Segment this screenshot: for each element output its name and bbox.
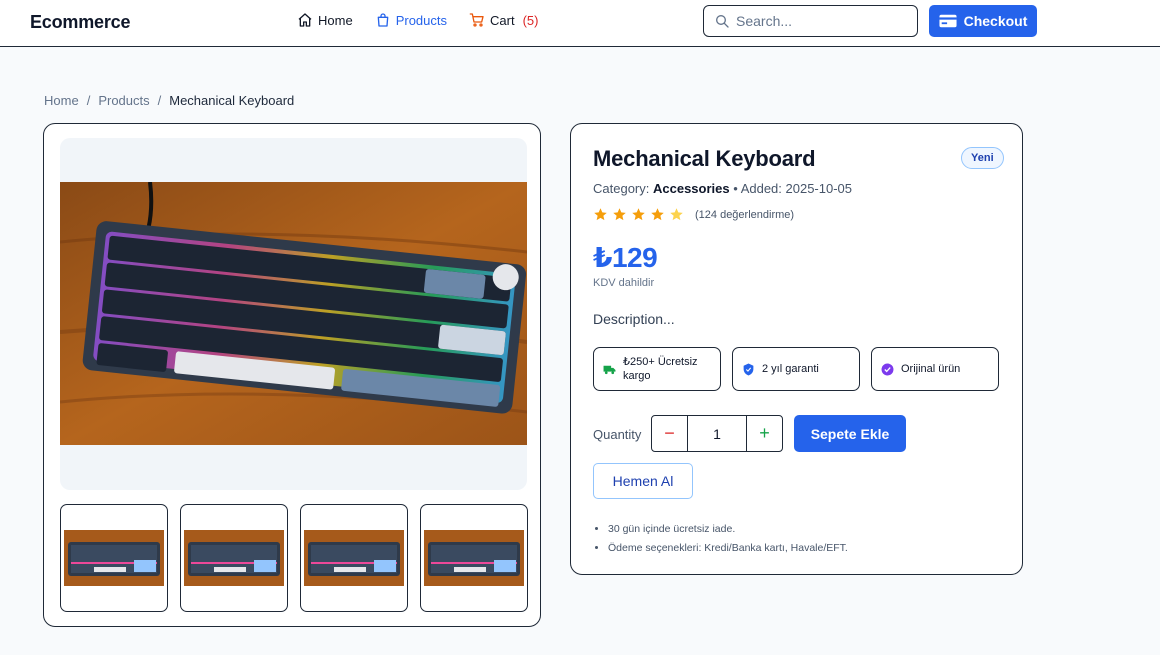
breadcrumb-separator: /	[157, 93, 162, 108]
checkout-label: Checkout	[963, 13, 1028, 29]
minus-icon: −	[664, 423, 675, 443]
thumbnail-strip	[60, 504, 528, 612]
feature-shipping: ₺250+ Ücretsiz kargo	[593, 347, 721, 391]
note-payment: Ödeme seçenekleri: Kredi/Banka kartı, Ha…	[608, 539, 848, 558]
star-empty-icon	[670, 208, 683, 221]
main-image-container	[60, 138, 527, 490]
thumbnail-image	[184, 530, 284, 586]
product-notes: 30 gün içinde ücretsiz iade. Ödeme seçen…	[608, 520, 848, 558]
credit-card-icon	[939, 14, 957, 28]
thumbnail-image	[424, 530, 524, 586]
product-main-image[interactable]	[60, 182, 527, 445]
added-date: • Added: 2025-10-05	[733, 181, 853, 196]
breadcrumb: Home / Products / Mechanical Keyboard	[44, 93, 294, 108]
thumbnail[interactable]	[420, 504, 528, 612]
cart-icon	[469, 13, 484, 27]
decrement-button[interactable]: −	[652, 416, 688, 451]
star-icon	[594, 208, 607, 221]
nav-home[interactable]: Home	[297, 12, 353, 28]
star-icon	[613, 208, 626, 221]
feature-original-label: Orijinal ürün	[901, 362, 961, 375]
increment-button[interactable]: +	[746, 416, 782, 451]
star-icon	[651, 208, 664, 221]
thumbnail[interactable]	[300, 504, 408, 612]
bag-icon	[377, 13, 389, 27]
add-to-cart-button[interactable]: Sepete Ekle	[794, 415, 906, 452]
nav-cart[interactable]: Cart (5)	[469, 12, 538, 28]
category-prefix: Category:	[593, 181, 650, 196]
category-link[interactable]: Accessories	[653, 181, 730, 196]
product-title: Mechanical Keyboard	[593, 146, 816, 171]
cart-count-badge: (5)	[522, 12, 539, 28]
rating-count: (124 değerlendirme)	[695, 208, 795, 221]
breadcrumb-current: Mechanical Keyboard	[169, 93, 295, 108]
nav-home-label: Home	[318, 12, 353, 28]
quantity-input[interactable]	[688, 416, 746, 451]
product-price: ₺129	[593, 242, 658, 273]
quantity-stepper: − +	[651, 415, 783, 452]
feature-list: ₺250+ Ücretsiz kargo 2 yıl garanti Oriji…	[593, 347, 999, 391]
rating: (124 değerlendirme)	[593, 207, 794, 222]
product-meta: Category: Accessories • Added: 2025-10-0…	[593, 181, 852, 196]
search-icon	[716, 15, 729, 28]
search-box[interactable]	[703, 5, 918, 37]
home-icon	[298, 13, 312, 27]
thumbnail[interactable]	[180, 504, 288, 612]
top-header: Ecommerce Home Products Cart (5) Checkout	[0, 0, 1160, 47]
feature-warranty: 2 yıl garanti	[732, 347, 860, 391]
feature-shipping-label: ₺250+ Ücretsiz kargo	[623, 355, 698, 382]
main-nav: Home Products Cart (5)	[297, 12, 538, 28]
shield-icon	[743, 363, 754, 375]
feature-warranty-label: 2 yıl garanti	[762, 362, 819, 375]
thumbnail[interactable]	[60, 504, 168, 612]
truck-icon	[603, 365, 616, 374]
feature-original: Orijinal ürün	[871, 347, 999, 391]
thumbnail-image	[64, 530, 164, 586]
breadcrumb-home[interactable]: Home	[44, 93, 79, 108]
quantity-label: Quantity	[593, 427, 642, 442]
brand-logo[interactable]: Ecommerce	[30, 12, 130, 33]
product-info-card: Mechanical Keyboard Yeni Category: Acces…	[570, 123, 1023, 575]
nav-cart-label: Cart	[490, 12, 515, 28]
vat-note: KDV dahildir	[593, 277, 655, 289]
note-return: 30 gün içinde ücretsiz iade.	[608, 520, 848, 539]
plus-icon: +	[759, 423, 770, 443]
breadcrumb-products[interactable]: Products	[98, 93, 149, 108]
buy-now-button[interactable]: Hemen Al	[593, 463, 693, 499]
nav-products-label: Products	[395, 12, 447, 28]
breadcrumb-separator: /	[86, 93, 91, 108]
nav-products[interactable]: Products	[375, 12, 447, 28]
thumbnail-image	[304, 530, 404, 586]
product-description: Description...	[593, 311, 675, 327]
product-gallery	[43, 123, 541, 627]
star-icon	[632, 208, 645, 221]
checkout-button[interactable]: Checkout	[929, 5, 1037, 37]
search-input[interactable]	[736, 13, 906, 29]
status-badge: Yeni	[961, 147, 1004, 169]
verified-icon	[881, 363, 894, 375]
